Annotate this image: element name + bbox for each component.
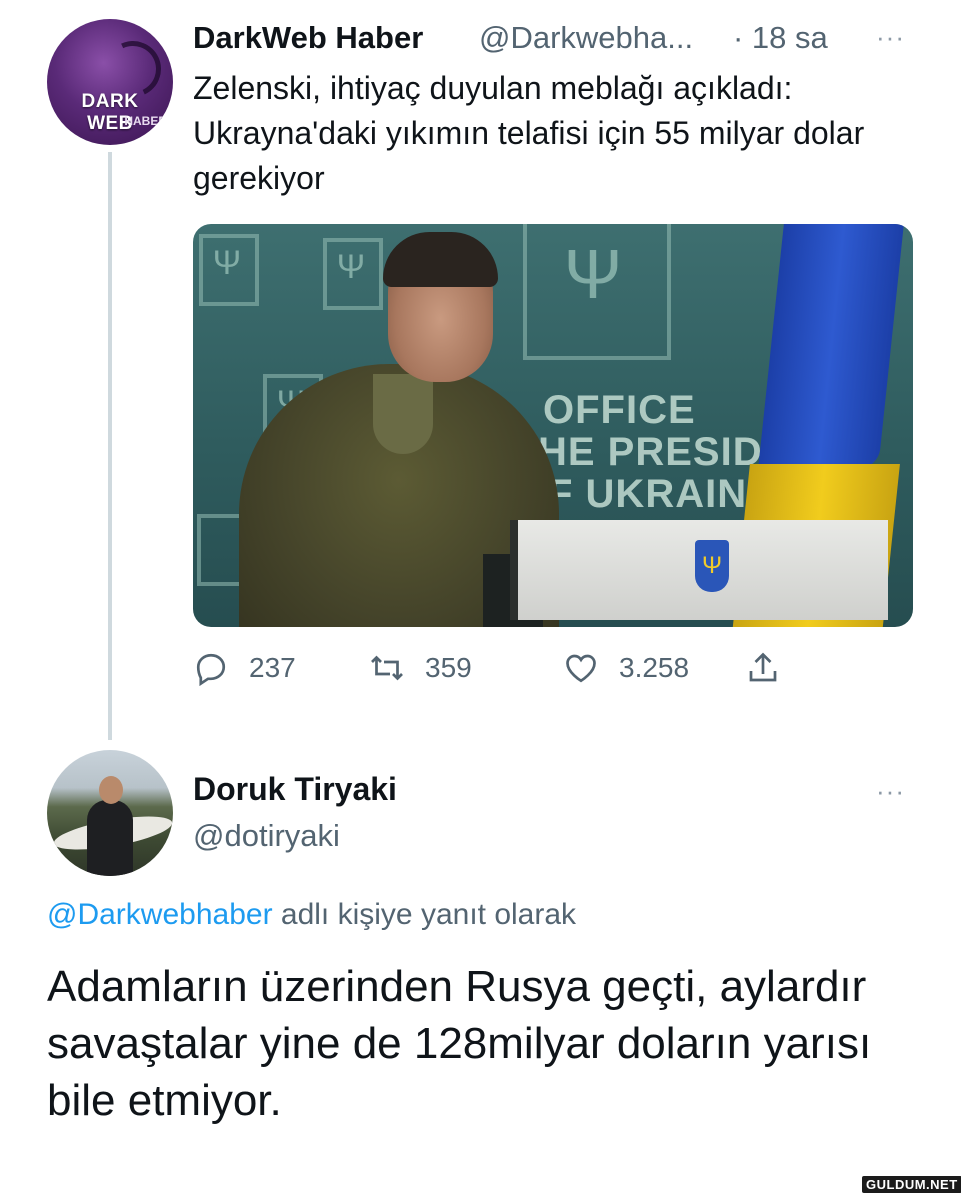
trident-emblem-icon: Ψ	[695, 540, 729, 592]
share-action[interactable]	[745, 650, 801, 686]
person-shirt	[373, 374, 433, 454]
person-wetsuit	[87, 800, 133, 876]
trident-emblem-icon: Ψ	[563, 235, 623, 313]
share-icon	[749, 652, 777, 682]
more-options-icon[interactable]: ···	[876, 776, 905, 807]
reply-author-avatar[interactable]	[47, 750, 173, 876]
reply-author-handle[interactable]: @dotiryaki	[193, 817, 340, 855]
reply-icon	[196, 653, 226, 686]
flag-blue-stripe	[758, 224, 904, 469]
retweet-icon	[371, 655, 403, 681]
reply-action[interactable]: 237	[193, 650, 296, 686]
trident-emblem-icon: Ψ	[212, 244, 242, 282]
retweet-action[interactable]: 359	[369, 650, 472, 686]
wall-sign-line-3: F UKRAINE	[548, 472, 775, 516]
trident-emblem-icon: Ψ	[336, 248, 366, 286]
wall-sign-line-1: OFFICE	[543, 388, 696, 432]
reply-author-name[interactable]: Doruk Tiryaki	[193, 770, 397, 808]
thread-connector-line	[108, 152, 112, 740]
tweet-text: Zelenski, ihtiyaç duyulan meblağı açıkla…	[193, 70, 865, 196]
retweet-count: 359	[425, 652, 472, 683]
tweet-photo[interactable]: Ψ Ψ Ψ Ψ OFFICE HE PRESIDENT F UKRAINE Ψ	[193, 224, 913, 627]
replying-to-suffix: adlı kişiye yanıt olarak	[272, 898, 577, 931]
author-handle[interactable]: @Darkwebha...	[479, 20, 693, 56]
site-watermark: GULDUM.NET	[862, 1176, 961, 1193]
author-avatar[interactable]: DARK WEB HABER	[47, 19, 173, 145]
reply-count: 237	[249, 652, 296, 683]
like-count: 3.258	[619, 652, 690, 683]
person-head	[99, 776, 123, 804]
like-action[interactable]: 3.258	[563, 650, 689, 686]
author-name[interactable]: DarkWeb Haber	[193, 20, 423, 56]
more-options-icon[interactable]: ···	[876, 22, 905, 53]
person-hair	[383, 232, 498, 287]
tweet-actions: 237 359 3.258	[193, 650, 913, 690]
replying-to-line: @Darkwebhaber adlı kişiye yanıt olarak	[47, 895, 576, 935]
replying-to-mention[interactable]: @Darkwebhaber	[47, 898, 273, 931]
tweet-timestamp[interactable]: · 18 sa	[733, 20, 828, 56]
avatar-logo-subtext: HABER	[124, 114, 167, 128]
heart-icon	[566, 654, 596, 683]
avatar-logo-text: DARK WEB	[81, 91, 139, 134]
reply-text: Adamların üzerinden Rusya geçti, aylardı…	[47, 962, 872, 1125]
